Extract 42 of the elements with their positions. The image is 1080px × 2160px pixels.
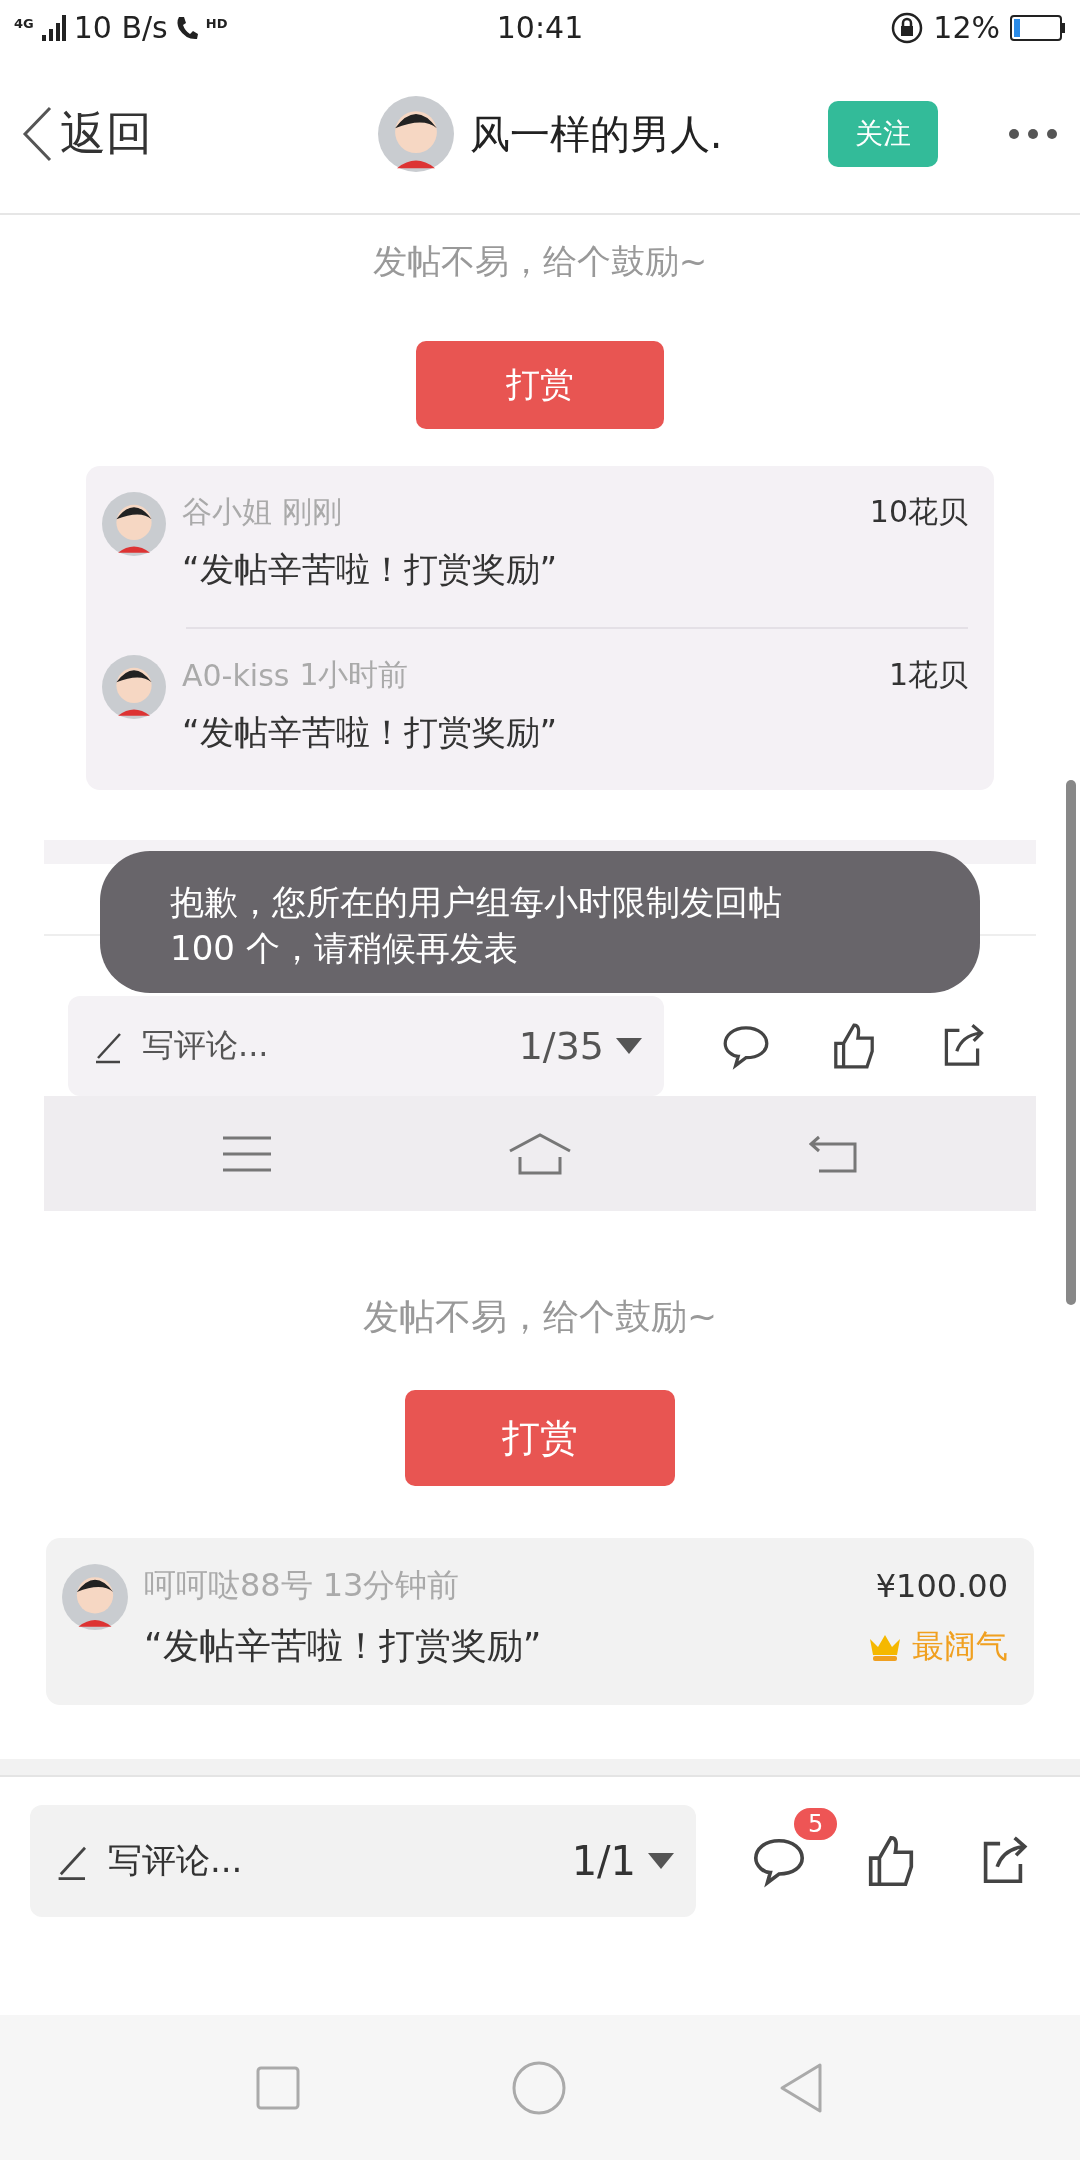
comment-placeholder[interactable]: 写评论... xyxy=(142,1024,269,1068)
back-icon[interactable] xyxy=(809,1134,858,1173)
caret-icon xyxy=(648,1853,674,1869)
page-indicator[interactable]: 1/1 xyxy=(571,1838,636,1884)
reward-button[interactable]: 打赏 xyxy=(405,1390,675,1486)
battery-percent: 12% xyxy=(933,10,1000,45)
back-button[interactable]: 返回 xyxy=(22,103,152,165)
network-speed: 10 B/s xyxy=(73,10,168,45)
page-indicator[interactable]: 1/35 xyxy=(518,1024,604,1068)
reward-message: “发帖辛苦啦！打赏奖励” xyxy=(182,711,558,754)
reward-amount: ¥100.00 xyxy=(875,1567,1008,1605)
top-tipper-tag: 最阔气 xyxy=(912,1624,1008,1669)
avatar xyxy=(102,655,166,719)
caret-icon xyxy=(616,1038,642,1054)
menu-icon[interactable] xyxy=(222,1135,271,1172)
reward-message: “发帖辛苦啦！打赏奖励” xyxy=(182,548,558,591)
hd-label: HD xyxy=(205,16,228,31)
network-type: 4G xyxy=(14,16,34,31)
scrollbar[interactable] xyxy=(1066,780,1076,1305)
reward-amount: 1花贝 xyxy=(888,656,968,694)
clock: 10:41 xyxy=(496,10,584,45)
reward-message: “发帖辛苦啦！打赏奖励” xyxy=(144,1624,542,1668)
comment-placeholder[interactable]: 写评论... xyxy=(108,1838,243,1884)
toast-message: 抱歉，您所在的用户组每小时限制发回帖100 个，请稍候再发表 xyxy=(100,851,980,993)
time-text: 13分钟前 xyxy=(322,1565,460,1606)
chevron-icon xyxy=(22,106,52,162)
home-icon[interactable] xyxy=(508,1132,572,1175)
comment-count-badge: 5 xyxy=(794,1808,838,1840)
rotation-lock-icon xyxy=(891,11,924,44)
signal-icon xyxy=(41,14,66,41)
encourage-text: 发帖不易，给个鼓励~ xyxy=(371,240,709,283)
author-name[interactable]: 风一样的男人. xyxy=(469,106,723,162)
time-text: 刚刚 xyxy=(282,493,342,531)
phone-icon xyxy=(175,14,198,41)
more-icon[interactable] xyxy=(1008,128,1058,140)
time-text: 1小时前 xyxy=(299,656,409,694)
reward-amount: 10花贝 xyxy=(869,493,968,531)
encourage-text: 发帖不易，给个鼓励~ xyxy=(361,1295,719,1339)
battery-icon xyxy=(1010,14,1066,41)
avatar xyxy=(62,1564,128,1630)
reward-button[interactable]: 打赏 xyxy=(416,341,664,429)
avatar xyxy=(102,492,166,556)
